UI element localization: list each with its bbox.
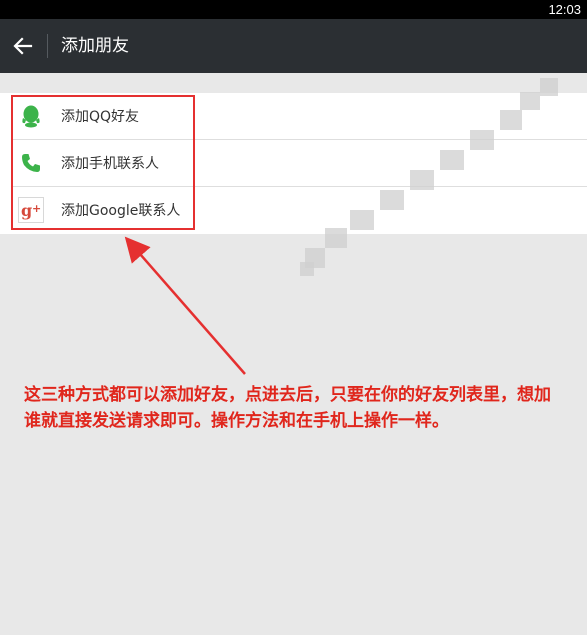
page-title: 添加朋友 — [61, 36, 129, 56]
header-divider — [47, 34, 48, 58]
back-button[interactable] — [8, 31, 38, 61]
highlight-box — [11, 95, 195, 230]
action-bar: 添加朋友 — [0, 19, 587, 73]
back-arrow-icon — [13, 37, 33, 55]
status-bar: 12:03 — [0, 0, 587, 19]
status-time: 12:03 — [548, 2, 581, 17]
annotation-text: 这三种方式都可以添加好友，点进去后，只要在你的好友列表里，想加谁就直接发送请求即… — [24, 385, 551, 431]
